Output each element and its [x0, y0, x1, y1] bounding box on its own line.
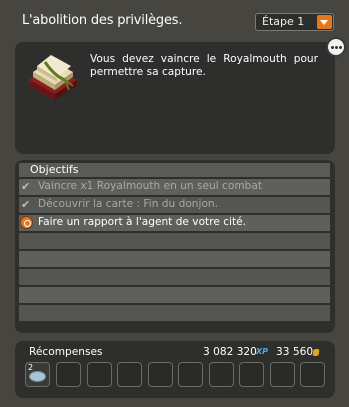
objective-row-empty: [19, 233, 330, 249]
quest-title: L'abolition des privilèges.: [22, 13, 183, 28]
objective-row-empty: [19, 251, 330, 267]
reward-item-slot[interactable]: [148, 362, 173, 387]
ellipsis-icon[interactable]: [326, 37, 346, 57]
reward-item-slot[interactable]: [56, 362, 81, 387]
objective-row: ✔ Découvrir la carte : Fin du donjon.: [19, 197, 330, 213]
quest-description: Vous devez vaincre le Royalmouth pour pe…: [90, 53, 318, 78]
kamas-value: 33 560: [276, 346, 314, 358]
objectives-header-label: Objectifs: [30, 163, 79, 176]
quest-window: L'abolition des privilèges. Étape 1 Vous…: [0, 0, 349, 407]
chevron-down-icon[interactable]: [317, 15, 332, 29]
objective-row: ✔ Vaincre x1 Royalmouth en un seul comba…: [19, 179, 330, 195]
checkmark-icon: ✔: [21, 198, 31, 211]
step-select-value: Étape 1: [262, 15, 305, 28]
objective-row: Faire un rapport à l'agent de votre cité…: [19, 215, 330, 231]
objective-row-empty: [19, 269, 330, 285]
objective-text: Découvrir la carte : Fin du donjon.: [38, 198, 219, 210]
objective-text: Vaincre x1 Royalmouth en un seul combat: [38, 180, 263, 192]
reward-item-slot[interactable]: [270, 362, 295, 387]
reward-item-slot[interactable]: [209, 362, 234, 387]
reward-item-slot[interactable]: 2: [25, 362, 50, 387]
objective-text: Faire un rapport à l'agent de votre cité…: [38, 216, 247, 228]
xp-value: 3 082 320: [203, 346, 257, 358]
objective-row-empty: [19, 305, 330, 321]
xp-unit: XP: [256, 347, 269, 356]
objectives-header: Objectifs: [19, 163, 330, 177]
objective-row-empty: [19, 287, 330, 303]
orange-objective-icon[interactable]: [20, 216, 33, 229]
rewards-label: Récompenses: [29, 346, 103, 358]
reward-item-slot[interactable]: [178, 362, 203, 387]
checkmark-icon: ✔: [21, 180, 31, 193]
reward-item-quantity: 2: [28, 363, 34, 372]
resource-item-icon: [29, 371, 46, 382]
scroll-quest-icon: [29, 55, 77, 100]
reward-item-slot[interactable]: [239, 362, 264, 387]
reward-item-slot[interactable]: [87, 362, 112, 387]
reward-item-slot[interactable]: [117, 362, 142, 387]
reward-item-slot[interactable]: [300, 362, 325, 387]
step-select[interactable]: Étape 1: [255, 13, 334, 31]
